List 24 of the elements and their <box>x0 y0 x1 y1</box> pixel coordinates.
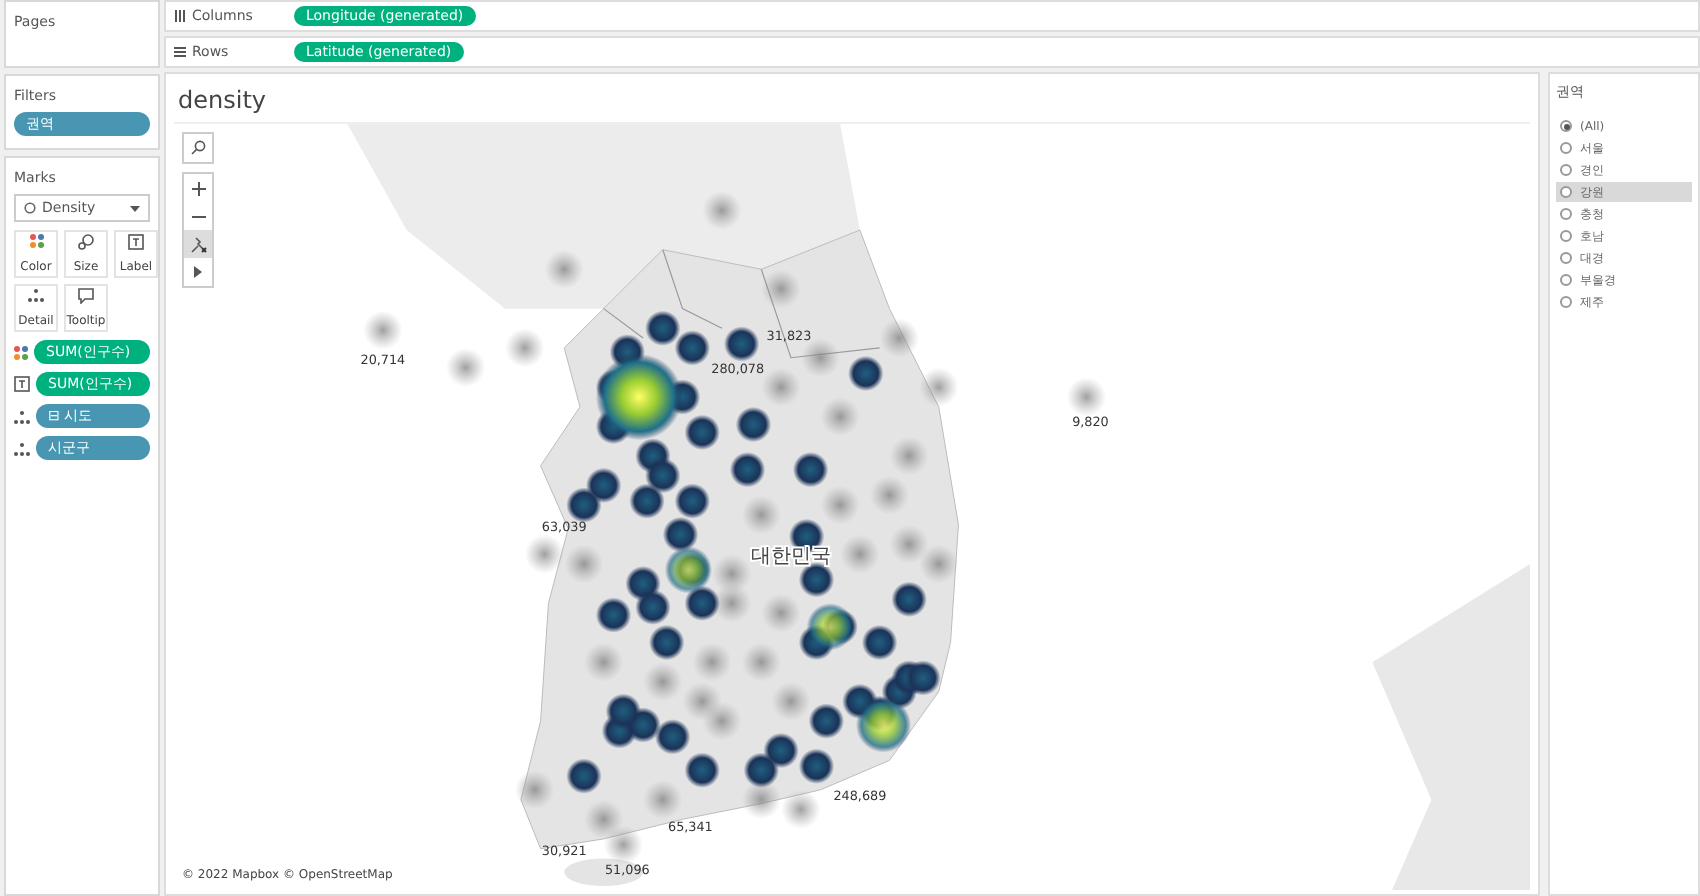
radio-button[interactable] <box>1560 230 1572 242</box>
radio-button[interactable] <box>1560 296 1572 308</box>
color-dots-icon <box>29 234 43 248</box>
radio-button[interactable] <box>1560 252 1572 264</box>
radio-button[interactable] <box>1560 186 1572 198</box>
caret-icon <box>130 205 140 211</box>
detail-icon <box>28 288 44 302</box>
color-dots-icon <box>14 345 28 359</box>
size-icon <box>78 234 94 250</box>
detail-icon <box>14 409 30 423</box>
radio-button[interactable] <box>1560 142 1572 154</box>
map-label: 대한민국 <box>750 546 831 568</box>
circle-icon <box>24 202 36 214</box>
radio-button[interactable] <box>1560 274 1572 286</box>
columns-icon <box>174 10 186 22</box>
radio-button[interactable] <box>1560 208 1572 220</box>
tooltip-icon <box>78 288 94 304</box>
reset-pin-icon[interactable] <box>184 230 212 258</box>
label-icon <box>14 376 30 392</box>
rows-icon <box>174 46 186 58</box>
label-icon <box>128 234 144 250</box>
detail-icon <box>14 441 30 455</box>
radio-button[interactable] <box>1560 120 1572 132</box>
radio-button[interactable] <box>1560 164 1572 176</box>
